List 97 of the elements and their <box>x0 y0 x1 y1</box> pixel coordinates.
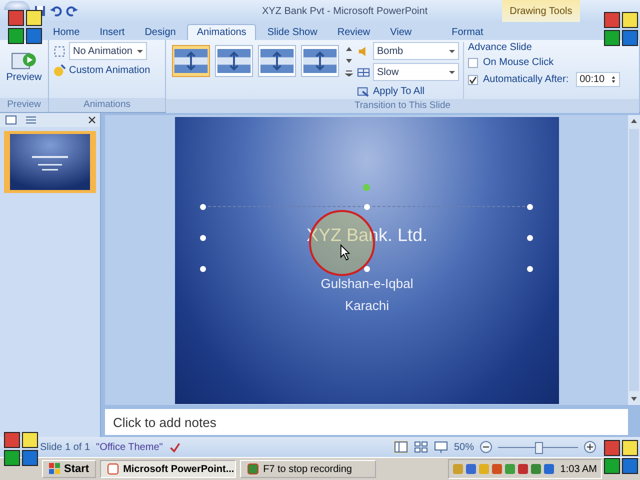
resize-handle[interactable] <box>200 235 206 241</box>
preview-button[interactable]: Preview <box>4 48 44 85</box>
slide-thumbnail[interactable] <box>4 131 96 193</box>
resize-handle[interactable] <box>200 204 206 210</box>
resize-handle[interactable] <box>527 204 533 210</box>
outline-tab-icon[interactable] <box>24 115 38 125</box>
recorder-key-icon <box>4 450 20 466</box>
tray-icon[interactable] <box>492 464 502 474</box>
rotate-handle[interactable] <box>362 184 370 191</box>
recorder-key-icon <box>622 440 638 456</box>
mouse-pointer-icon <box>340 244 351 261</box>
recorder-key-icon <box>604 12 620 28</box>
gallery-more-button[interactable] <box>345 69 353 77</box>
animation-dropdown[interactable]: No Animation <box>69 42 147 60</box>
advance-slide-label: Advance Slide <box>468 42 533 53</box>
normal-view-icon[interactable] <box>394 441 408 453</box>
resize-handle[interactable] <box>527 235 533 241</box>
app-icon <box>247 463 260 475</box>
transition-sound-dropdown[interactable]: Bomb <box>373 42 459 60</box>
resize-handle[interactable] <box>200 266 206 272</box>
recorder-key-icon <box>22 450 38 466</box>
notes-field[interactable]: Click to add notes <box>105 409 628 435</box>
recorder-key-icon <box>622 12 638 28</box>
group-label: Transition to This Slide <box>166 99 639 113</box>
transition-thumbnail[interactable] <box>301 45 339 77</box>
tray-icon[interactable] <box>544 464 554 474</box>
checkbox[interactable] <box>468 58 478 68</box>
taskbar-button[interactable]: F7 to stop recording <box>240 460 376 478</box>
recorder-key-icon <box>8 10 24 26</box>
custom-animation-button[interactable]: Custom Animation <box>53 63 161 78</box>
custom-animation-icon <box>53 64 66 77</box>
undo-icon[interactable] <box>50 5 62 17</box>
slide-text: Gulshan-e-Iqbal <box>320 276 414 291</box>
apply-to-all-button[interactable]: Apply To All <box>357 84 459 99</box>
transition-thumbnail[interactable] <box>215 45 253 77</box>
ribbon-tab[interactable]: Slide Show <box>258 25 326 40</box>
ribbon-tab[interactable]: Insert <box>90 25 134 40</box>
slide-show-icon[interactable] <box>434 441 448 453</box>
gallery-down-button[interactable] <box>345 57 353 65</box>
preview-icon <box>11 50 37 72</box>
recorder-key-icon <box>622 30 638 46</box>
resize-handle[interactable] <box>364 266 370 272</box>
animation-icon <box>53 44 66 58</box>
app-icon <box>107 463 120 475</box>
tray-icon[interactable] <box>531 464 542 474</box>
transition-thumbnail[interactable] <box>172 45 210 77</box>
scroll-up-button[interactable] <box>630 117 638 125</box>
redo-icon[interactable] <box>66 5 78 17</box>
taskbar-button[interactable]: Microsoft PowerPoint... <box>100 460 236 478</box>
windows-logo-icon <box>49 463 61 475</box>
ribbon-tab[interactable]: Format <box>442 25 492 40</box>
scroll-down-button[interactable] <box>630 395 638 403</box>
ribbon-tab[interactable]: Animations <box>186 24 256 40</box>
recorder-key-icon <box>604 30 620 46</box>
scrollbar-thumb[interactable] <box>629 129 639 391</box>
checkbox[interactable] <box>468 74 478 84</box>
spelling-icon[interactable] <box>168 441 181 453</box>
window-title: XYZ Bank Pvt - Microsoft PowerPoint <box>262 6 428 16</box>
clock: 1:03 AM <box>560 464 597 474</box>
recorder-key-icon <box>22 432 38 448</box>
apply-all-icon <box>357 85 370 98</box>
recorder-key-icon <box>604 440 620 456</box>
ribbon-tab[interactable]: View <box>381 25 421 40</box>
slides-tab-icon[interactable] <box>4 115 18 125</box>
start-button[interactable]: Start <box>42 460 96 478</box>
resize-handle[interactable] <box>527 266 533 272</box>
recorder-key-icon <box>604 458 620 474</box>
slide-text: Karachi <box>344 298 390 313</box>
close-icon[interactable] <box>88 116 96 124</box>
recorder-key-icon <box>4 432 20 448</box>
theme-name: "Office Theme" <box>96 442 163 452</box>
recorder-key-icon <box>622 458 638 474</box>
recorder-key-icon <box>26 10 42 26</box>
ribbon-tab[interactable]: Design <box>136 25 185 40</box>
tray-icon[interactable] <box>518 464 528 474</box>
zoom-out-button[interactable] <box>480 441 492 453</box>
time-spinner[interactable]: 00:10 <box>576 72 620 87</box>
zoom-level: 50% <box>454 442 474 452</box>
tray-icon[interactable] <box>466 464 476 474</box>
slide-sorter-icon[interactable] <box>414 441 428 453</box>
checkbox-label: Automatically After: <box>483 74 569 85</box>
zoom-in-button[interactable] <box>584 441 596 453</box>
transition-speed-dropdown[interactable]: Slow <box>373 63 459 81</box>
group-label: Animations <box>49 98 165 112</box>
transition-thumbnail[interactable] <box>258 45 296 77</box>
checkbox-label: On Mouse Click <box>483 57 554 68</box>
contextual-tab-label: Drawing Tools <box>502 0 580 22</box>
slide-counter: Slide 1 of 1 <box>40 442 90 452</box>
speed-icon <box>357 66 370 78</box>
group-label: Preview <box>0 98 48 112</box>
resize-handle[interactable] <box>364 204 370 210</box>
ribbon-tab[interactable]: Review <box>328 25 380 40</box>
recorder-key-icon <box>8 28 24 44</box>
gallery-up-button[interactable] <box>345 45 353 53</box>
zoom-slider-thumb[interactable] <box>535 442 543 454</box>
recorder-key-icon <box>26 28 42 44</box>
ribbon-tab[interactable]: Home <box>44 25 89 40</box>
